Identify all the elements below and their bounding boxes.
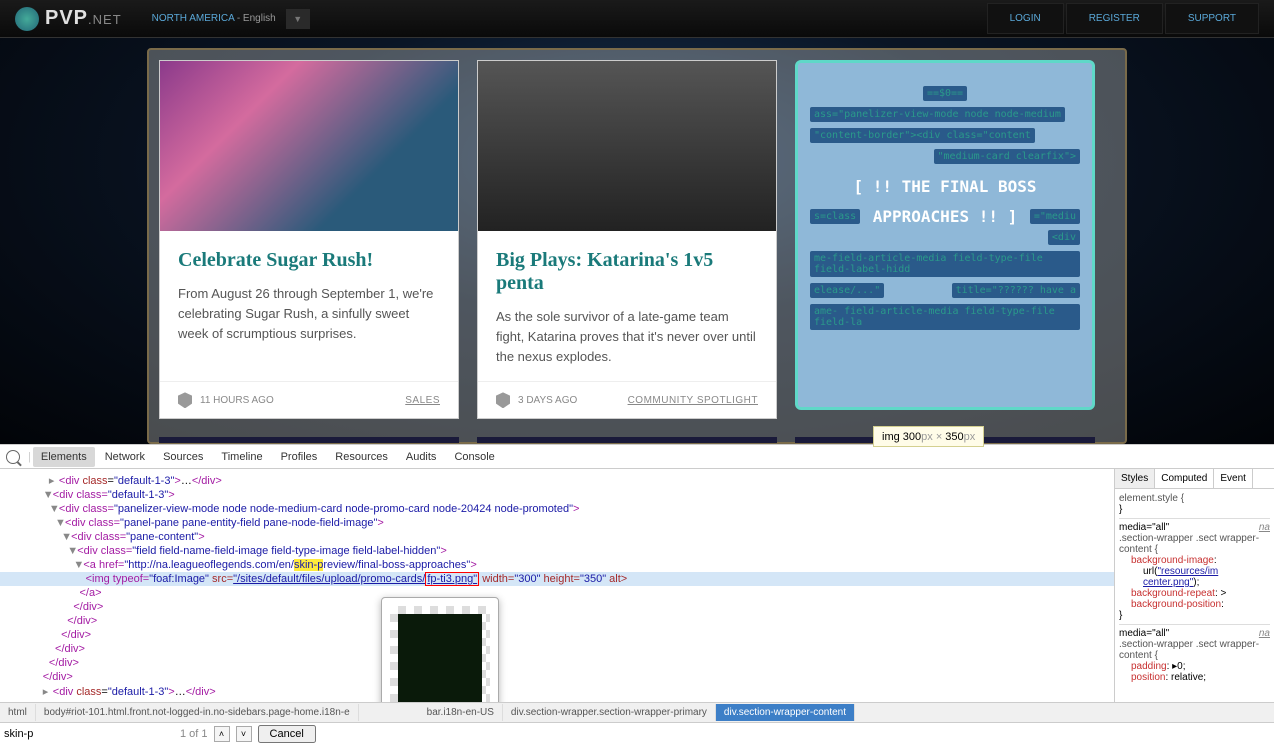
styles-body[interactable]: element.style { } media="all"na .section… (1115, 489, 1274, 687)
inspected-element-overlay: ==$0== ass="panelizer-view-mode node nod… (795, 60, 1095, 410)
card-title: Big Plays: Katarina's 1v5 penta (496, 249, 758, 295)
card-footer: 3 DAYS AGO COMMUNITY SPOTLIGHT (478, 381, 776, 418)
region-selector[interactable]: NORTH AMERICA - English ▼ (122, 9, 310, 29)
search-count: 1 of 1 (180, 728, 208, 740)
logo-text: PVP.NET (45, 7, 122, 30)
region-label: NORTH AMERICA (152, 13, 235, 24)
login-button[interactable]: LOGIN (987, 3, 1064, 34)
breadcrumb-trail[interactable]: html body#riot-101.html.front.not-logged… (0, 702, 1274, 722)
card-body: Celebrate Sugar Rush! From August 26 thr… (160, 231, 458, 381)
promo-card-peek (159, 437, 459, 443)
tab-profiles[interactable]: Profiles (273, 447, 326, 467)
tab-event[interactable]: Event (1214, 469, 1253, 488)
card-footer: 11 HOURS AGO SALES (160, 381, 458, 418)
tab-timeline[interactable]: Timeline (213, 447, 270, 467)
tab-sources[interactable]: Sources (155, 447, 211, 467)
styles-panel: Styles Computed Event element.style { } … (1114, 469, 1274, 702)
crumb[interactable]: body#riot-101.html.front.not-logged-in.n… (36, 704, 359, 721)
top-nav: PVP.NET NORTH AMERICA - English ▼ LOGIN … (0, 0, 1274, 38)
search-input[interactable] (4, 728, 174, 740)
globe-icon (15, 7, 39, 31)
devtools-tabs: | Elements Network Sources Timeline Prof… (0, 445, 1274, 469)
tab-audits[interactable]: Audits (398, 447, 445, 467)
image-hover-preview: 300 × 350 pixels (381, 597, 499, 702)
crumb[interactable]: div.section-wrapper.section-wrapper-prim… (503, 704, 716, 721)
tab-console[interactable]: Console (446, 447, 502, 467)
elements-tree[interactable]: ▸<div class="default-1-3">…</div> ▼<div … (0, 469, 1114, 702)
overlay-text: [ !! THE FINAL BOSS (808, 167, 1082, 206)
promo-card[interactable]: Celebrate Sugar Rush! From August 26 thr… (159, 60, 459, 419)
inspect-icon[interactable] (6, 450, 20, 464)
support-button[interactable]: SUPPORT (1165, 3, 1259, 34)
crumb[interactable]: html (0, 704, 36, 721)
prev-result-button[interactable]: ˄ (214, 726, 230, 742)
search-bar: 1 of 1 ˄ ˅ Cancel (0, 722, 1274, 744)
card-body: Big Plays: Katarina's 1v5 penta As the s… (478, 231, 776, 381)
logo[interactable]: PVP.NET (15, 7, 122, 31)
promo-card[interactable]: Big Plays: Katarina's 1v5 penta As the s… (477, 60, 777, 419)
chevron-down-icon[interactable]: ▼ (286, 9, 310, 29)
card-time: 3 DAYS AGO (518, 395, 577, 406)
nav-right: LOGIN REGISTER SUPPORT (987, 3, 1259, 34)
card-time: 11 HOURS AGO (200, 395, 274, 406)
card-title: Celebrate Sugar Rush! (178, 249, 440, 272)
card-category[interactable]: COMMUNITY SPOTLIGHT (628, 395, 758, 406)
card-text: From August 26 through September 1, we'r… (178, 284, 440, 344)
card-image (160, 61, 458, 231)
promo-card-peek (477, 437, 777, 443)
tab-computed[interactable]: Computed (1155, 469, 1214, 488)
card-grid: Celebrate Sugar Rush! From August 26 thr… (147, 48, 1127, 444)
tab-styles[interactable]: Styles (1115, 469, 1155, 488)
dimensions-tooltip: img 300px × 350px (873, 426, 984, 447)
register-button[interactable]: REGISTER (1066, 3, 1163, 34)
preview-thumbnail (390, 606, 490, 702)
tab-network[interactable]: Network (97, 447, 153, 467)
crumb-selected[interactable]: div.section-wrapper-content (716, 704, 855, 721)
selected-element[interactable]: <img typeof="foaf:Image" src="/sites/def… (0, 572, 1114, 586)
card-category[interactable]: SALES (405, 395, 440, 406)
cancel-button[interactable]: Cancel (258, 725, 316, 743)
region-lang: - English (237, 13, 276, 24)
crumb[interactable]: bar.i18n-en-US (419, 704, 503, 721)
tab-resources[interactable]: Resources (327, 447, 396, 467)
card-text: As the sole survivor of a late-game team… (496, 307, 758, 367)
card-image (478, 61, 776, 231)
shield-icon (178, 392, 192, 408)
next-result-button[interactable]: ˅ (236, 726, 252, 742)
page-content: Celebrate Sugar Rush! From August 26 thr… (0, 38, 1274, 444)
devtools-panel: | Elements Network Sources Timeline Prof… (0, 444, 1274, 744)
shield-icon (496, 392, 510, 408)
tab-elements[interactable]: Elements (33, 447, 95, 467)
